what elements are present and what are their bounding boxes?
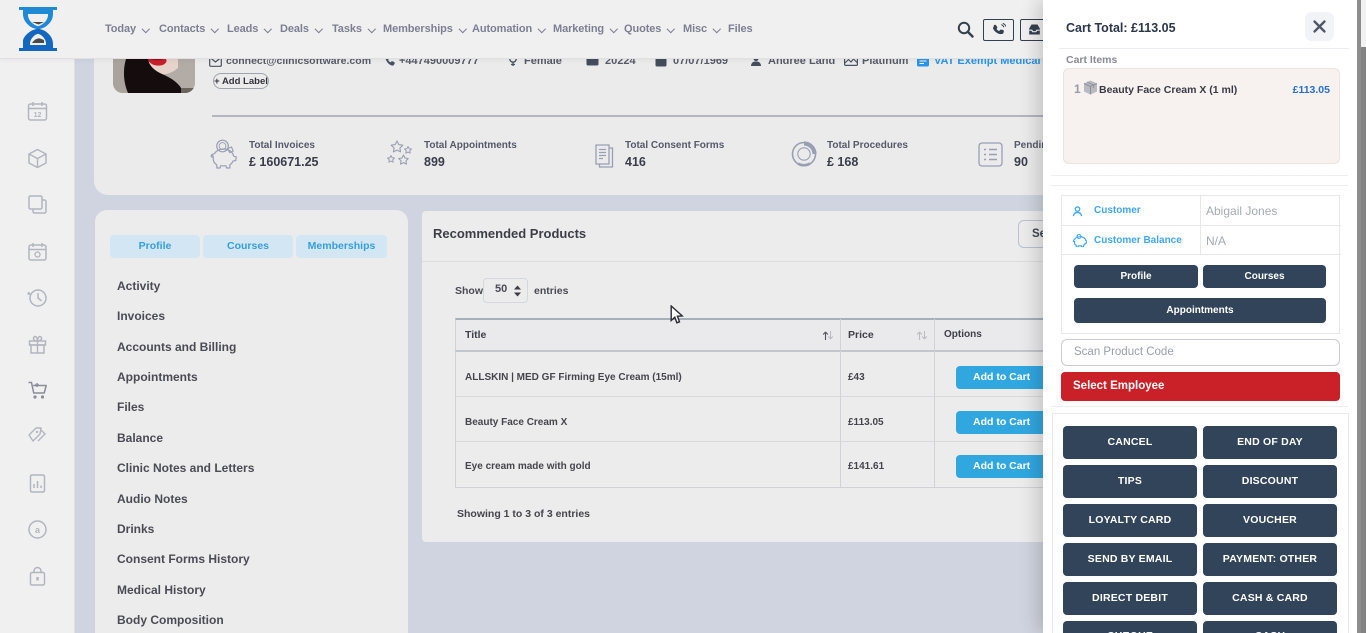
svg-text:a: a [35,525,41,535]
svg-text:12: 12 [34,112,42,119]
